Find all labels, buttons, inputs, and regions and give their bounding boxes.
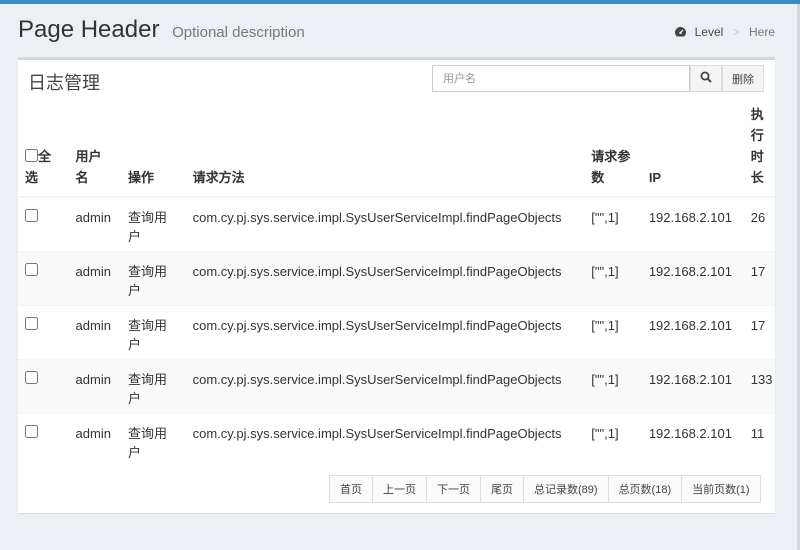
- cell-ip: 192.168.2.101: [648, 196, 751, 251]
- table-row: admin 查询用户 com.cy.pj.sys.service.impl.Sy…: [18, 358, 775, 413]
- cell-params: ["",1]: [591, 304, 649, 359]
- row-checkbox-cell: [18, 250, 76, 305]
- prev-page-button[interactable]: 上一页: [372, 475, 427, 503]
- cell-ip: 192.168.2.101: [648, 412, 751, 467]
- next-page-button[interactable]: 下一页: [426, 475, 481, 503]
- header-username-text: 用户名: [75, 149, 102, 185]
- header-operation: 操作: [128, 104, 193, 198]
- row-checkbox[interactable]: [25, 424, 38, 438]
- cell-operation-text: 查询用户: [128, 210, 168, 244]
- header-duration: 执行时长: [750, 104, 775, 198]
- header-duration-text: 执行时长: [750, 107, 764, 185]
- cell-params: ["",1]: [591, 196, 649, 251]
- cell-ip: 192.168.2.101: [648, 358, 751, 413]
- row-checkbox[interactable]: [25, 316, 38, 330]
- last-page-button[interactable]: 尾页: [480, 475, 524, 503]
- header-ip: IP: [648, 104, 751, 198]
- table-row: admin 查询用户 com.cy.pj.sys.service.impl.Sy…: [18, 412, 775, 467]
- row-checkbox-cell: [18, 358, 76, 413]
- cell-operation-text: 查询用户: [128, 263, 168, 298]
- row-checkbox-cell: [18, 196, 76, 251]
- cell-duration: 11: [750, 412, 775, 467]
- breadcrumb-separator: >: [732, 25, 740, 39]
- row-checkbox-cell: [18, 304, 76, 359]
- page-title: Page Header Optional description: [18, 16, 305, 44]
- content-header: Page Header Optional description Level >…: [0, 4, 797, 56]
- table-row: admin 查询用户 com.cy.pj.sys.service.impl.Sy…: [18, 304, 775, 359]
- cell-operation: 查询用户: [128, 196, 193, 251]
- cell-method: com.cy.pj.sys.service.impl.SysUserServic…: [192, 412, 592, 467]
- cell-params: ["",1]: [591, 412, 649, 467]
- cell-user: admin: [75, 412, 129, 467]
- cell-user: admin: [75, 358, 129, 413]
- row-checkbox[interactable]: [25, 209, 38, 222]
- cell-duration: 26: [750, 196, 775, 251]
- page-title-text: Page Header: [18, 16, 160, 43]
- search-button[interactable]: [690, 65, 722, 92]
- cell-params: ["",1]: [591, 358, 649, 413]
- header-ip-text: IP: [648, 170, 662, 185]
- search-icon: [700, 70, 712, 88]
- header-method: 请求方法: [192, 104, 592, 198]
- page-description: Optional description: [172, 24, 305, 41]
- cell-operation: 查询用户: [128, 358, 193, 413]
- table-row: admin 查询用户 com.cy.pj.sys.service.impl.Sy…: [18, 250, 775, 305]
- cell-operation: 查询用户: [128, 250, 193, 305]
- cell-operation-text: 查询用户: [128, 371, 168, 406]
- row-checkbox[interactable]: [25, 262, 38, 276]
- log-management-box: 日志管理 删除 全选 用户名 操作 请求方法 请求参数 IP 执行时长: [18, 57, 775, 513]
- cell-user: admin: [75, 196, 129, 251]
- table-row: admin 查询用户 com.cy.pj.sys.service.impl.Sy…: [18, 196, 775, 251]
- log-table: 全选 用户名 操作 请求方法 请求参数 IP 执行时长 admin 查询用户 c…: [18, 104, 775, 467]
- row-checkbox[interactable]: [25, 370, 38, 384]
- cell-duration: 17: [750, 304, 775, 359]
- header-username: 用户名: [75, 104, 129, 198]
- breadcrumb: Level > Here: [674, 25, 775, 41]
- cell-params: ["",1]: [591, 250, 649, 305]
- header-method-text: 请求方法: [192, 170, 245, 185]
- breadcrumb-current: Here: [748, 25, 775, 39]
- header-params-text: 请求参数: [591, 149, 631, 185]
- box-title: 日志管理: [28, 73, 100, 93]
- cell-user: admin: [75, 304, 129, 359]
- pagination: 首页 上一页 下一页 尾页 总记录数(89) 总页数(18) 当前页数(1): [329, 475, 761, 503]
- table-header-row: 全选 用户名 操作 请求方法 请求参数 IP 执行时长: [18, 104, 775, 198]
- current-page-label: 当前页数(1): [681, 475, 761, 503]
- cell-operation-text: 查询用户: [128, 425, 168, 460]
- cell-operation-text: 查询用户: [128, 317, 168, 352]
- cell-method: com.cy.pj.sys.service.impl.SysUserServic…: [192, 250, 592, 305]
- header-operation-text: 操作: [128, 170, 155, 185]
- cell-operation: 查询用户: [128, 412, 193, 467]
- row-checkbox-cell: [18, 412, 76, 467]
- cell-ip: 192.168.2.101: [648, 304, 751, 359]
- select-all-checkbox[interactable]: [25, 149, 38, 162]
- header-select-all: 全选: [18, 104, 76, 198]
- cell-user: admin: [75, 250, 129, 305]
- first-page-button[interactable]: 首页: [329, 475, 373, 503]
- cell-method: com.cy.pj.sys.service.impl.SysUserServic…: [192, 358, 592, 413]
- cell-operation: 查询用户: [128, 304, 193, 359]
- header-params: 请求参数: [591, 104, 649, 198]
- total-pages-label: 总页数(18): [607, 475, 683, 503]
- delete-button[interactable]: 删除: [722, 65, 764, 92]
- total-records-label: 总记录数(89): [523, 475, 609, 503]
- cell-duration: 17: [750, 250, 775, 305]
- username-search-input[interactable]: [432, 65, 690, 92]
- cell-duration: 133: [750, 358, 775, 413]
- cell-method: com.cy.pj.sys.service.impl.SysUserServic…: [192, 196, 592, 251]
- cell-method: com.cy.pj.sys.service.impl.SysUserServic…: [192, 304, 592, 359]
- breadcrumb-level-link[interactable]: Level: [695, 25, 724, 39]
- dashboard-icon: [674, 26, 687, 41]
- cell-ip: 192.168.2.101: [648, 250, 751, 305]
